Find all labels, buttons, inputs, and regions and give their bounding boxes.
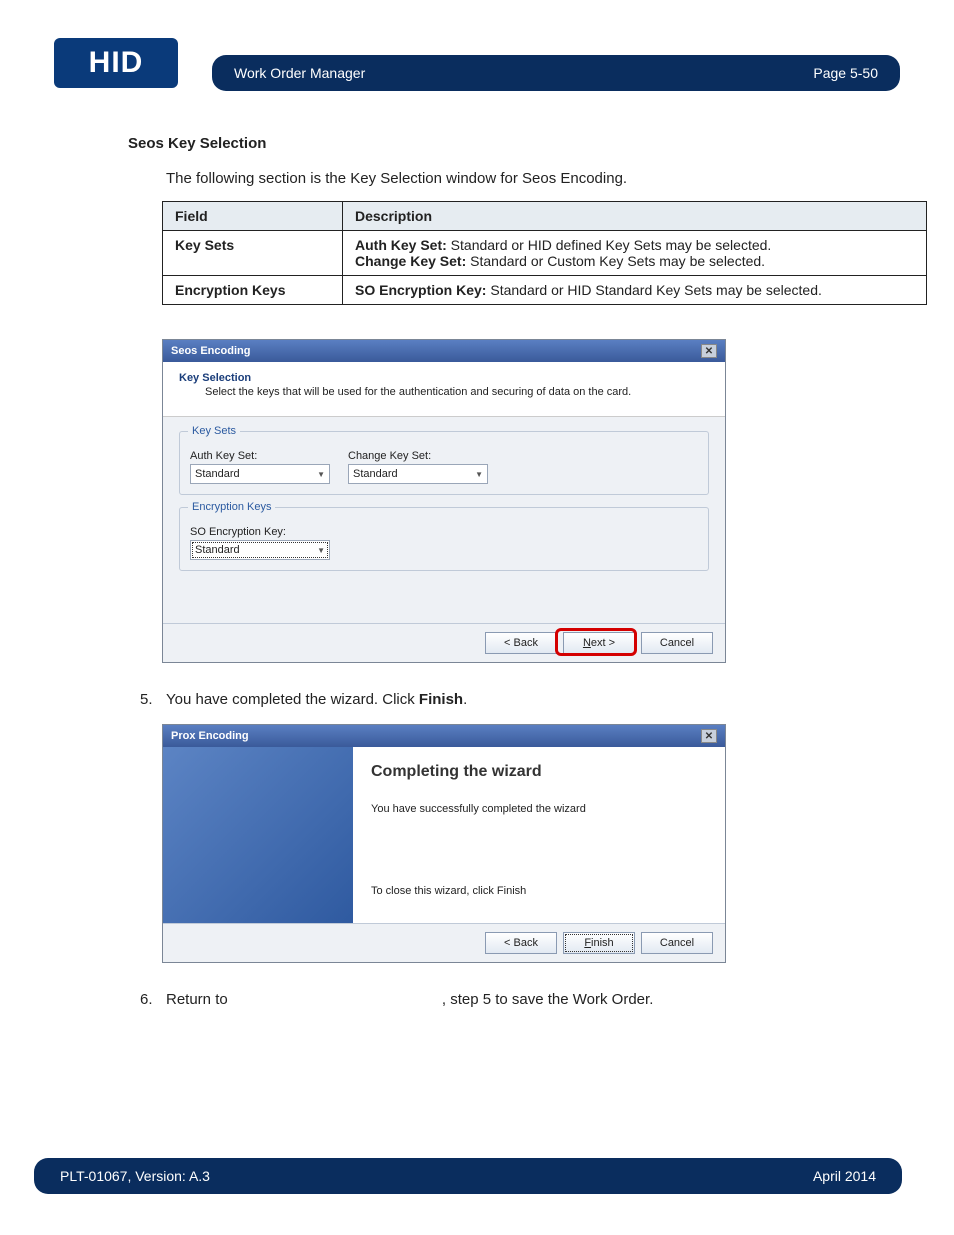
dialog-footer: < Back Finish Cancel <box>163 923 725 962</box>
encryption-keys-group: Encryption Keys SO Encryption Key: Stand… <box>179 507 709 571</box>
cell-desc: Auth Key Set: Standard or HID defined Ke… <box>343 231 927 276</box>
change-key-set-label: Change Key Set: <box>348 450 488 462</box>
cell-desc: SO Encryption Key: Standard or HID Stand… <box>343 276 927 305</box>
wizard-complete-heading: Completing the wizard <box>371 763 707 781</box>
close-icon[interactable]: ✕ <box>701 729 717 743</box>
cancel-button[interactable]: Cancel <box>641 632 713 654</box>
footer-right: April 2014 <box>813 1168 876 1184</box>
cell-field: Key Sets <box>175 237 234 253</box>
chevron-down-icon: ▼ <box>317 546 325 555</box>
close-icon[interactable]: ✕ <box>701 344 717 358</box>
chevron-down-icon: ▼ <box>475 470 483 479</box>
footer-left: PLT-01067, Version: A.3 <box>60 1168 210 1184</box>
table-row: Encryption Keys SO Encryption Key: Stand… <box>163 276 927 305</box>
dialog-body: Completing the wizard You have successfu… <box>163 747 725 923</box>
col-field-header: Field <box>163 202 343 231</box>
field-description-table: Field Description Key Sets Auth Key Set:… <box>162 201 927 305</box>
chevron-down-icon: ▼ <box>317 470 325 479</box>
dialog-header-subtitle: Select the keys that will be used for th… <box>205 386 709 398</box>
encryption-keys-legend: Encryption Keys <box>188 501 275 513</box>
auth-key-set-label: Auth Key Set: <box>190 450 330 462</box>
col-desc-header: Description <box>343 202 927 231</box>
section-intro: The following section is the Key Selecti… <box>166 170 898 187</box>
wizard-close-hint: To close this wizard, click Finish <box>371 885 707 897</box>
cell-field: Encryption Keys <box>175 282 285 298</box>
header-bar: Work Order Manager Page 5-50 <box>212 55 900 91</box>
dialog-titlebar: Seos Encoding ✕ <box>163 340 725 362</box>
next-button-highlight <box>555 628 637 656</box>
change-key-set-combo[interactable]: Standard ▼ <box>348 464 488 484</box>
wizard-main-panel: Completing the wizard You have successfu… <box>353 747 725 923</box>
dialog-titlebar: Prox Encoding ✕ <box>163 725 725 747</box>
so-encryption-key-label: SO Encryption Key: <box>190 526 330 538</box>
table-row: Key Sets Auth Key Set: Standard or HID d… <box>163 231 927 276</box>
dialog-title-text: Seos Encoding <box>171 345 250 357</box>
so-encryption-key-value: Standard <box>195 544 240 556</box>
so-encryption-key-combo[interactable]: Standard ▼ <box>190 540 330 560</box>
step-number: 6. <box>140 991 166 1008</box>
step-text: Return to , step 5 to save the Work Orde… <box>166 991 653 1008</box>
wizard-complete-text: You have successfully completed the wiza… <box>371 803 707 815</box>
dialog-title-text: Prox Encoding <box>171 730 249 742</box>
step-5-row: 5. You have completed the wizard. Click … <box>140 691 898 708</box>
logo-container: HID <box>54 38 178 88</box>
auth-key-set-combo[interactable]: Standard ▼ <box>190 464 330 484</box>
dialog-footer: < Back Next > Cancel <box>163 623 725 662</box>
back-button[interactable]: < Back <box>485 632 557 654</box>
prox-encoding-dialog: Prox Encoding ✕ Completing the wizard Yo… <box>162 724 726 963</box>
key-sets-group: Key Sets Auth Key Set: Standard ▼ Change… <box>179 431 709 495</box>
dialog-header: Key Selection Select the keys that will … <box>163 362 725 417</box>
finish-button[interactable]: Finish <box>563 932 635 954</box>
step-6-row: 6. Return to , step 5 to save the Work O… <box>140 991 898 1008</box>
header-title: Work Order Manager <box>234 65 365 81</box>
step-number: 5. <box>140 691 166 708</box>
cancel-button[interactable]: Cancel <box>641 932 713 954</box>
page-content: Seos Key Selection The following section… <box>128 135 898 1008</box>
section-title: Seos Key Selection <box>128 135 898 152</box>
key-sets-legend: Key Sets <box>188 425 240 437</box>
wizard-side-panel <box>163 747 353 923</box>
footer-bar: PLT-01067, Version: A.3 April 2014 <box>34 1158 902 1194</box>
logo-text: HID <box>89 46 144 80</box>
seos-encoding-dialog: Seos Encoding ✕ Key Selection Select the… <box>162 339 726 663</box>
dialog-header-title: Key Selection <box>179 372 709 384</box>
dialog-body: Key Sets Auth Key Set: Standard ▼ Change… <box>163 417 725 623</box>
hid-logo: HID <box>54 38 178 88</box>
change-key-set-value: Standard <box>353 468 398 480</box>
step-text: You have completed the wizard. Click Fin… <box>166 691 467 708</box>
header-page: Page 5-50 <box>813 65 878 81</box>
auth-key-set-value: Standard <box>195 468 240 480</box>
back-button[interactable]: < Back <box>485 932 557 954</box>
